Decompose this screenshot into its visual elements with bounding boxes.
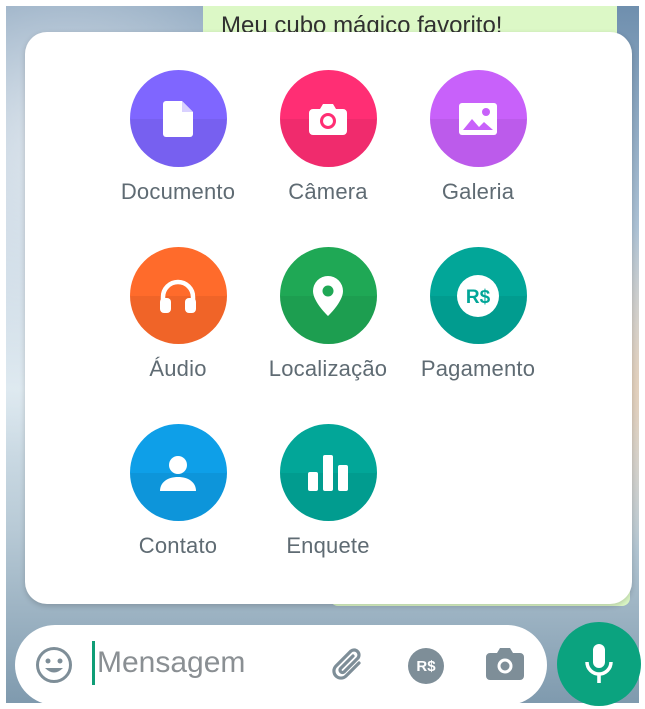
location-pin-icon	[279, 247, 377, 344]
emoji-icon[interactable]	[35, 646, 73, 684]
attach-poll-button[interactable]: Enquete	[253, 424, 403, 559]
attach-audio-button[interactable]: Áudio	[103, 247, 253, 382]
attachment-menu: Documento Câmera Galeria Áudio Localizaç…	[25, 32, 632, 604]
payment-icon: R$	[429, 247, 527, 344]
text-caret	[92, 641, 95, 685]
attach-label: Galeria	[441, 179, 515, 204]
attach-contact-button[interactable]: Contato	[103, 424, 253, 559]
camera-icon	[279, 70, 377, 167]
payment-icon[interactable]: R$	[408, 648, 444, 684]
microphone-icon	[585, 644, 613, 683]
attach-document-button[interactable]: Documento	[103, 70, 253, 205]
camera-icon[interactable]	[485, 646, 525, 684]
attach-label: Enquete	[286, 533, 370, 558]
payment-badge-text: R$	[416, 657, 436, 675]
attach-label: Localização	[268, 356, 388, 381]
message-input[interactable]	[97, 641, 317, 685]
attach-clip-icon[interactable]	[329, 645, 371, 687]
gallery-icon	[429, 70, 527, 167]
attach-camera-button[interactable]: Câmera	[253, 70, 403, 205]
attach-label: Documento	[120, 179, 236, 204]
attach-label: Câmera	[288, 179, 368, 204]
attach-payment-button[interactable]: R$ Pagamento	[403, 247, 553, 382]
attach-gallery-button[interactable]: Galeria	[403, 70, 553, 205]
svg-text:R$: R$	[466, 287, 491, 308]
message-composer: R$	[15, 625, 547, 705]
contact-icon	[129, 424, 227, 521]
attach-label: Áudio	[149, 356, 207, 381]
attach-label: Pagamento	[420, 356, 536, 381]
microphone-button[interactable]	[557, 622, 641, 706]
attach-label: Contato	[138, 533, 218, 558]
document-icon	[129, 70, 227, 167]
headphones-icon	[129, 247, 227, 344]
attach-location-button[interactable]: Localização	[253, 247, 403, 382]
poll-icon	[279, 424, 377, 521]
